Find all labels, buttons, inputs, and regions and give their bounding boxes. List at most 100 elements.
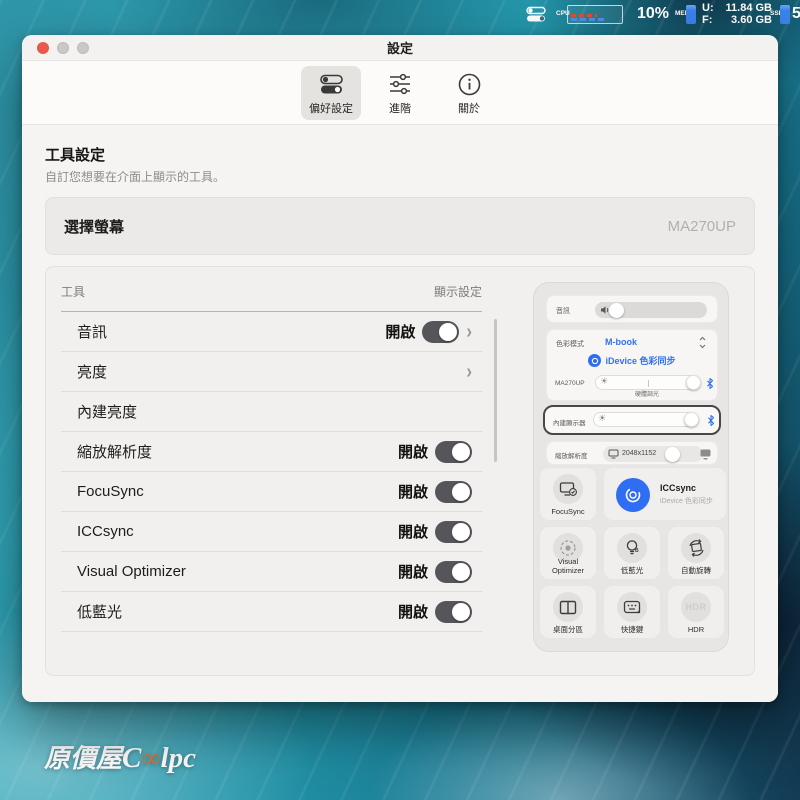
tab-label: 關於 [439, 100, 499, 116]
volume-knob[interactable] [609, 303, 624, 318]
traffic-lights [37, 42, 89, 54]
preview-tool-low-blue-light[interactable]: B低藍光 [603, 526, 661, 580]
cpu-graph-sys-bars [571, 18, 605, 21]
toggle-switch[interactable] [435, 601, 472, 623]
toggle-switch[interactable] [422, 321, 459, 343]
mem-usage-text[interactable]: U:11.84 GB F:3.60 GB [702, 0, 772, 28]
tab-preferences[interactable]: 偏好設定 [301, 66, 361, 120]
tool-row-controls: 開啟 [398, 521, 472, 543]
monitor-check-icon [553, 474, 583, 504]
tool-row-Visual Optimizer[interactable]: Visual Optimizer 開啟 [61, 552, 482, 592]
chevron-up-down-icon[interactable] [698, 336, 707, 349]
toggle-knob [452, 523, 470, 541]
preview-tool-visual-optimizer[interactable]: Visual Optimizer [539, 526, 597, 580]
tool-row-label: 縮放解析度 [77, 441, 152, 462]
tab-about[interactable]: 關於 [439, 66, 499, 120]
settings-menubar-icon[interactable] [526, 0, 547, 28]
tool-row-label: 音訊 [77, 321, 107, 342]
title-bar[interactable]: 設定 [22, 35, 778, 61]
tool-row-label: ICCsync [77, 523, 134, 540]
svg-text:B: B [635, 548, 639, 554]
toggle-switch[interactable] [435, 561, 472, 583]
tool-card-label: 快捷鍵 [606, 626, 658, 635]
preview-tool-iccsync[interactable]: ICCsynciDevice 色彩同步 [603, 467, 727, 521]
preview-tool-focusync[interactable]: FocuSync [539, 467, 597, 521]
tab-advanced[interactable]: 進階 [370, 66, 430, 120]
tool-card-label: Visual Optimizer [542, 558, 594, 575]
ssd-percent[interactable]: 58 [792, 0, 800, 28]
idevice-sync-row[interactable]: iDevice 色彩同步 [547, 354, 717, 367]
screen-select-value: MA270UP [668, 218, 736, 235]
tool-row-label: Visual Optimizer [77, 563, 186, 580]
tool-card-label: ICCsync [660, 483, 696, 493]
close-button[interactable] [37, 42, 49, 54]
builtin-brightness-knob[interactable] [684, 412, 699, 427]
ssd-label: SSD [770, 0, 778, 28]
toggle-state-label: 開啟 [398, 441, 428, 462]
sliders-icon [370, 71, 430, 98]
hdr-icon: HDR [681, 592, 711, 622]
minimize-button[interactable] [57, 42, 69, 54]
slider-midpoint-tick [648, 380, 649, 387]
monitor-brightness-knob[interactable] [686, 375, 701, 390]
tool-row-controls: 開啟 › [385, 321, 472, 343]
preview-tool-hotkeys[interactable]: 快捷鍵 [603, 585, 661, 639]
display-icon [608, 449, 619, 459]
colormode-value[interactable]: M-book [605, 337, 637, 347]
chevron-right-icon[interactable]: › [466, 321, 472, 341]
info-icon [439, 71, 499, 98]
tool-row-label: 內建亮度 [77, 401, 137, 422]
screen-select-row[interactable]: 選擇螢幕 MA270UP [45, 197, 755, 255]
bulb-icon: B [617, 533, 647, 563]
tool-row-controls: 開啟 [398, 601, 472, 623]
resolution-slider[interactable]: 2048x1152 [603, 446, 703, 462]
tool-row-亮度[interactable]: 亮度› [61, 352, 482, 392]
tool-row-內建亮度[interactable]: 內建亮度 [61, 392, 482, 432]
sun-icon: ☀ [600, 377, 608, 387]
preview-builtin-display-card[interactable]: 內建顯示器 ☀ [543, 405, 721, 435]
cpu-percent[interactable]: 10% [637, 0, 669, 28]
mem-usage-bar[interactable] [686, 0, 696, 28]
chevron-right-icon[interactable]: › [466, 361, 472, 381]
preview-audio-label: 音訊 [556, 306, 570, 316]
tool-row-音訊[interactable]: 音訊 開啟 › [61, 312, 482, 352]
monitor-brightness-slider[interactable]: ☀ [595, 375, 701, 390]
resolution-knob[interactable] [665, 447, 680, 462]
colormode-label: 色彩模式 [556, 339, 584, 349]
menu-bar: CPU 10% MEM U:11.84 GB F:3.60 GB SSD 58 [0, 0, 800, 28]
preview-colormode-card: 色彩模式 M-book iDevice 色彩同步 MA270UP ☀ [546, 329, 718, 401]
tool-row-低藍光[interactable]: 低藍光 開啟 [61, 592, 482, 632]
scrollbar-thumb[interactable] [494, 319, 497, 462]
preview-tool-desktop-partition[interactable]: 桌面分區 [539, 585, 597, 639]
preview-tool-auto-rotate[interactable]: 自動旋轉 [667, 526, 725, 580]
tool-row-label: 低藍光 [77, 601, 122, 622]
toggle-switch[interactable] [435, 521, 472, 543]
toggle-knob [439, 323, 457, 341]
bluetooth-icon [707, 414, 715, 427]
zoom-button[interactable] [77, 42, 89, 54]
idevice-sync-icon [588, 354, 601, 367]
preview-tool-hdr[interactable]: HDRHDR [667, 585, 725, 639]
bluetooth-icon [706, 377, 714, 390]
cpu-graph-user-bars [571, 14, 597, 17]
ui-preview-panel: 音訊 色彩模式 M-book [533, 282, 729, 652]
tool-row-縮放解析度[interactable]: 縮放解析度 開啟 [61, 432, 482, 472]
monitor-name-label: MA270UP [555, 380, 585, 387]
display-target-icon[interactable] [699, 448, 712, 460]
tool-row-FocuSync[interactable]: FocuSync開啟 [61, 472, 482, 512]
toggle-state-label: 開啟 [398, 481, 428, 502]
preview-audio-card[interactable]: 音訊 [546, 295, 718, 323]
preview-scaling-card[interactable]: 縮放解析度 2048x1152 [546, 441, 718, 465]
volume-slider[interactable] [595, 302, 707, 318]
builtin-brightness-slider[interactable]: ☀ [593, 412, 699, 427]
sync-circle-icon [616, 478, 650, 512]
toggle-switch[interactable] [435, 481, 472, 503]
toggle-switch[interactable] [435, 441, 472, 463]
toggle-state-label: 開啟 [385, 321, 415, 342]
ssd-usage-bar[interactable] [780, 0, 790, 28]
tool-row-controls: 開啟 [398, 561, 472, 583]
toggles-icon [301, 71, 361, 98]
tool-row-ICCsync[interactable]: ICCsync 開啟 [61, 512, 482, 552]
screen-select-label: 選擇螢幕 [64, 216, 124, 237]
cpu-history-graph[interactable] [567, 0, 623, 28]
